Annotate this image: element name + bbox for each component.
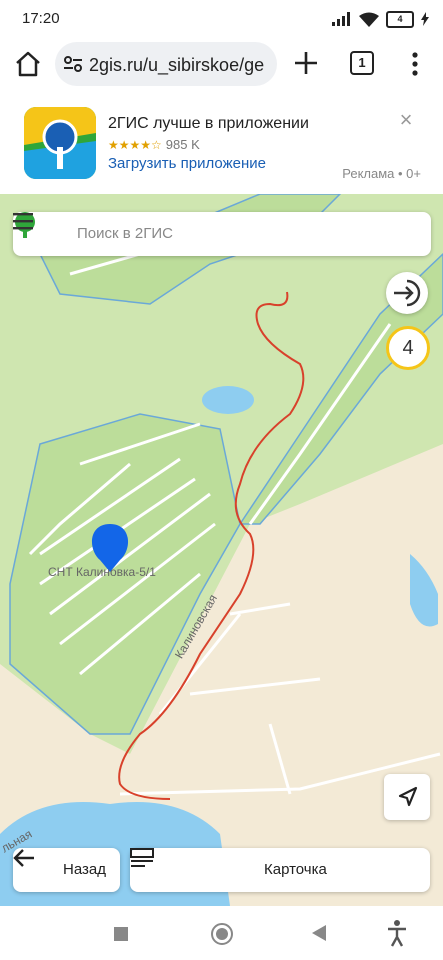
- home-nav-icon[interactable]: [210, 922, 234, 946]
- charging-icon: [421, 12, 429, 26]
- poi-label[interactable]: СНТ Калиновка-5/1: [48, 565, 156, 579]
- app-promo-banner[interactable]: 2ГИС лучше в приложении ★★★★☆ 985 K Загр…: [0, 90, 443, 194]
- back-button[interactable]: Назад: [13, 848, 120, 892]
- card-list-icon: [130, 848, 154, 867]
- arrow-left-icon: [13, 849, 34, 867]
- signal-icon: [332, 12, 350, 26]
- card-label: Карточка: [264, 861, 327, 878]
- map-view[interactable]: СНТ Калиновка-5/1 Калиновская льная Поис…: [0, 194, 443, 906]
- route-button[interactable]: [386, 272, 428, 314]
- card-button[interactable]: Карточка: [130, 848, 430, 892]
- accessibility-icon[interactable]: [386, 919, 408, 947]
- battery-icon: 4: [386, 10, 414, 28]
- navigation-arrow-icon: [398, 786, 418, 807]
- home-icon[interactable]: [12, 48, 44, 80]
- new-tab-icon[interactable]: [291, 48, 321, 78]
- browser-toolbar: 2gis.ru/u_sibirskoe/ge 1: [0, 38, 443, 90]
- status-bar: 17:20 4: [0, 0, 443, 38]
- tabs-button[interactable]: 1: [350, 51, 374, 75]
- review-count: 985 K: [165, 137, 200, 152]
- status-icons: 4: [332, 9, 429, 29]
- search-box[interactable]: Поиск в 2ГИС: [13, 212, 431, 256]
- back-nav-icon[interactable]: [310, 924, 328, 942]
- rating-stars: ★★★★☆: [108, 137, 162, 152]
- search-input[interactable]: Поиск в 2ГИС: [77, 225, 173, 242]
- promo-rating: ★★★★☆ 985 K: [108, 137, 200, 152]
- url-text[interactable]: 2gis.ru/u_sibirskoe/ge: [89, 55, 264, 76]
- ad-label: Реклама • 0+: [342, 166, 421, 181]
- status-time: 17:20: [22, 10, 60, 27]
- hamburger-menu-icon[interactable]: [13, 212, 33, 230]
- recents-icon[interactable]: [113, 926, 129, 942]
- my-location-button[interactable]: [384, 774, 430, 820]
- pond: [202, 386, 254, 414]
- count-badge[interactable]: 4: [386, 326, 430, 370]
- site-settings-icon[interactable]: [63, 54, 83, 74]
- login-arrow-icon: [394, 279, 421, 307]
- close-icon[interactable]: ×: [396, 109, 416, 131]
- wifi-icon: [359, 12, 379, 27]
- back-label: Назад: [63, 861, 106, 878]
- more-menu-icon[interactable]: [406, 50, 424, 78]
- map-canvas[interactable]: [0, 194, 443, 906]
- address-bar[interactable]: 2gis.ru/u_sibirskoe/ge: [55, 42, 277, 86]
- download-link[interactable]: Загрузить приложение: [108, 155, 266, 172]
- promo-title: 2ГИС лучше в приложении: [108, 115, 309, 132]
- 2gis-app-icon[interactable]: [24, 107, 96, 179]
- system-nav-bar: [0, 906, 443, 960]
